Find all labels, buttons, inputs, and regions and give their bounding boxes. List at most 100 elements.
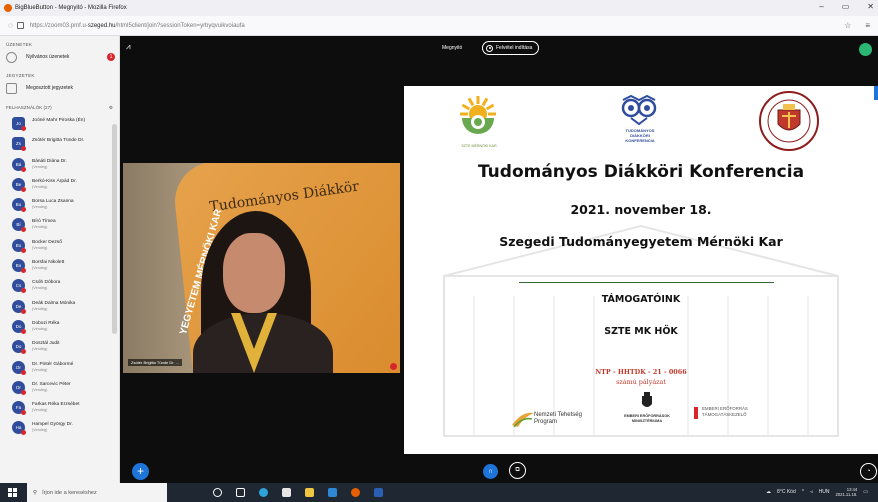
user-list-item[interactable]: Bo Bocker Dezső (Vendég) [0, 237, 119, 257]
user-list-item[interactable]: Bí Bíró Tímea (Vendég) [0, 216, 119, 236]
chat-icon [6, 51, 17, 63]
sidebar-scrollbar[interactable] [112, 124, 117, 334]
user-list-item[interactable]: Bo Borsfai Nikolett (Vendég) [0, 257, 119, 277]
status-dot [21, 227, 26, 233]
user-role: (Vendég) [32, 428, 48, 433]
gear-icon[interactable]: ⚙ [109, 105, 113, 111]
status-dot [21, 207, 26, 213]
public-chat-item[interactable]: Nyilvános üzenetek 1 [0, 47, 119, 67]
firefox-taskbar-icon[interactable] [351, 488, 360, 497]
add-action-button[interactable]: + [132, 463, 149, 480]
user-list-item[interactable]: Bá Bánáti Diána Dr. (Vendég) [0, 156, 119, 176]
browser-titlebar: BigBlueButton - Megnyitó - Mozilla Firef… [0, 0, 878, 16]
lang-indicator[interactable]: HUN [819, 489, 830, 495]
clock[interactable]: 13:44 2021.11.18. [835, 487, 857, 497]
user-name: Bíró Tímea [32, 219, 56, 225]
public-chat-label: Nyilvános üzenetek [26, 54, 70, 60]
user-name: Csóh Dóbora [32, 280, 61, 286]
slide-title: Tudományos Diákköri Konferencia [477, 162, 805, 182]
user-list-item[interactable]: De Deák Dalma Mónika (Vendég) [0, 298, 119, 318]
ntp-line: NTP - HHTDK - 21 - 0066 [595, 368, 687, 376]
user-name: Berkó-Kiss Árpád Dr. [32, 178, 77, 184]
restore-icon[interactable]: ▭ [842, 2, 850, 11]
menu-icon[interactable]: ≡ [865, 21, 870, 30]
user-name: Farkas Réka Erzsébet [32, 402, 80, 408]
user-name: Dr. Pintér Gábormé [32, 361, 74, 367]
layout-button[interactable]: ◔ [860, 463, 877, 480]
user-name: Dr. Sarcevic Péter [32, 381, 71, 387]
bookmark-star-icon[interactable]: ☆ [844, 21, 851, 30]
record-button[interactable]: Felvétel indítása [482, 41, 540, 55]
user-list-item[interactable]: Bo Borsa Luca Zsanna (Vendég) [0, 196, 119, 216]
user-list-item[interactable]: Dr Dr. Pintér Gábormé (Vendég) [0, 359, 119, 379]
chevron-up-icon[interactable]: ^ [802, 489, 804, 495]
status-dot [21, 349, 26, 355]
task-view-icon[interactable] [236, 488, 245, 497]
messages-section-title: ÜZENETEK [6, 42, 33, 47]
tdk-logo [621, 94, 657, 126]
status-dot [21, 328, 26, 334]
user-list-item[interactable]: Ha Hampel György Dr. (Vendég) [0, 419, 119, 439]
user-list-item[interactable]: Jo Joóné Mahr Piroska (Én) [0, 115, 119, 135]
url-bar[interactable]: ◌ https://zoom03.pmf.u-szeged.hu/html5cl… [0, 16, 878, 36]
explorer-icon[interactable] [305, 488, 314, 497]
user-role: (Vendég) [32, 306, 48, 311]
cortana-icon[interactable] [213, 488, 222, 497]
user-role: (Vendég) [32, 205, 48, 210]
ntp-subline: számú pályázat [616, 378, 666, 386]
user-role: (Vendég) [32, 367, 48, 372]
user-list-item[interactable]: Zs Zsótér Brigitta Tünde Dr. [0, 135, 119, 155]
window-title: BigBlueButton - Megnyitó - Mozilla Firef… [15, 5, 127, 11]
store-icon[interactable] [282, 488, 291, 497]
user-list-item[interactable]: Be Berkó-Kiss Árpád Dr. (Vendég) [0, 176, 119, 196]
volume-icon[interactable]: ◃ [810, 489, 813, 495]
user-name: Joóné Mahr Piroska (Én) [32, 118, 86, 123]
emmi-logo-label: EMBERI ERŐFORRÁSOK MINISZTÉRIUMA [624, 414, 670, 423]
user-name: Borsa Luca Zsanna [32, 199, 74, 205]
connection-status-icon[interactable] [859, 43, 872, 56]
user-role: (Vendég) [32, 387, 48, 392]
weather-text[interactable]: 8°C Köd [777, 489, 796, 495]
users-toggle-icon[interactable]: ⩘ [126, 42, 131, 52]
windows-taskbar: ⚲ Írjon ide a kereséshez ☁ 8°C Köd ^ ◃ H… [0, 483, 878, 502]
slide-faculty: Szegedi Tudományegyetem Mérnöki Kar [499, 234, 783, 249]
slide-date: 2021. november 18. [570, 202, 712, 217]
ntp-logo-label: Nemzeti Tehetség Program [534, 412, 582, 425]
status-dot [21, 268, 26, 274]
user-name: Zsótér Brigitta Tünde Dr. [32, 138, 85, 144]
search-icon: ⚲ [33, 489, 38, 496]
szte-logo-label: SZTE MÉRNÖKI KAR [461, 144, 497, 148]
presentation-slide[interactable]: SZTE MÉRNÖKI KAR TUDOMÁNYOS DIÁKKÖRI KON… [404, 86, 878, 454]
webcam-video[interactable]: Tudományos Diákkör YEGYETEM MÉRNÖKI KAR … [123, 163, 400, 373]
word-icon[interactable] [374, 488, 383, 497]
status-dot [21, 247, 26, 253]
user-role: (Vendég) [32, 225, 48, 230]
windows-start-icon[interactable] [8, 488, 17, 497]
edge-icon[interactable] [259, 488, 268, 497]
user-list-item[interactable]: Dr Dr. Sarcevic Péter (Vendég) [0, 379, 119, 399]
user-role: (Vendég) [32, 286, 48, 291]
status-dot [21, 186, 26, 192]
weather-icon: ☁ [766, 489, 772, 495]
user-role: (Vendég) [32, 266, 48, 271]
firefox-icon [4, 4, 12, 12]
user-name: Hampel György Dr. [32, 422, 73, 428]
taskbar-search[interactable]: ⚲ Írjon ide a kereséshez [27, 483, 167, 502]
user-list-item[interactable]: Cs Csóh Dóbora (Vendég) [0, 277, 119, 297]
notes-section-title: JEGYZETEK [6, 73, 35, 78]
screen-share-button[interactable]: ⧉ [509, 462, 526, 479]
notification-icon[interactable]: ▭ [863, 489, 868, 495]
user-list-item[interactable]: Do Dosztál Judit (Vendég) [0, 338, 119, 358]
url-text[interactable]: https://zoom03.pmf.u-szeged.hu/html5clie… [30, 23, 245, 29]
minimize-icon[interactable]: – [819, 2, 823, 11]
close-icon[interactable]: ✕ [867, 2, 874, 11]
shield-icon[interactable]: ◌ [8, 21, 13, 30]
user-list-item[interactable]: Do Dobozi Réka (Vendég) [0, 318, 119, 338]
headphones-button[interactable]: ∩ [483, 464, 498, 479]
user-list-item[interactable]: Fa Farkas Réka Erzsébet (Vendég) [0, 399, 119, 419]
video-participant-label: Zsótér Brigitta Tünde Dr. ... [128, 359, 182, 366]
lock-icon[interactable] [16, 22, 24, 29]
slide-scroll-indicator[interactable] [874, 86, 878, 100]
shared-notes-item[interactable]: Megosztott jegyzetek [0, 78, 119, 98]
mail-icon[interactable] [328, 488, 337, 497]
